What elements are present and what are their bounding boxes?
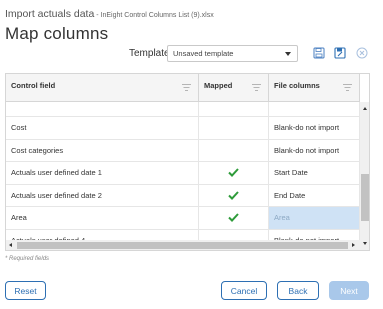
table-row[interactable] bbox=[6, 102, 360, 117]
file-column-cell[interactable] bbox=[269, 102, 360, 116]
template-label: Template bbox=[129, 48, 170, 59]
control-field-cell: Cost bbox=[6, 117, 199, 139]
filter-icon[interactable] bbox=[252, 84, 261, 91]
mapped-cell bbox=[199, 117, 269, 139]
file-column-cell-selected[interactable]: Area bbox=[269, 207, 360, 229]
filter-icon[interactable] bbox=[182, 84, 191, 91]
column-header-control-field[interactable]: Control field bbox=[6, 74, 199, 102]
reset-button[interactable]: Reset bbox=[5, 281, 46, 300]
file-name: InEight Control Columns List (9).xlsx bbox=[100, 12, 214, 19]
column-header-label: File columns bbox=[274, 81, 320, 90]
dialog-header: Import actuals data - InEight Control Co… bbox=[5, 4, 214, 22]
mapped-cell bbox=[199, 162, 269, 184]
vertical-scroll-thumb[interactable] bbox=[361, 174, 369, 221]
save-as-icon[interactable] bbox=[334, 47, 346, 59]
vertical-scrollbar[interactable] bbox=[360, 102, 369, 250]
column-header-label: Control field bbox=[11, 81, 56, 90]
column-header-file-columns[interactable]: File columns bbox=[269, 74, 360, 102]
close-icon[interactable] bbox=[356, 47, 368, 59]
scroll-left-icon[interactable] bbox=[9, 243, 12, 247]
template-row: Template Unsaved template bbox=[0, 45, 383, 63]
template-select[interactable]: Unsaved template bbox=[167, 45, 298, 62]
mapped-cell bbox=[199, 102, 269, 116]
grid-rows: Cost Blank-do not import Cost categories… bbox=[6, 102, 360, 250]
check-icon bbox=[228, 168, 239, 178]
check-icon bbox=[228, 191, 239, 200]
mapped-cell bbox=[199, 207, 269, 229]
template-selected-value: Unsaved template bbox=[173, 49, 234, 58]
column-header-mapped[interactable]: Mapped bbox=[199, 74, 269, 102]
horizontal-scrollbar[interactable] bbox=[6, 240, 360, 250]
scroll-right-icon[interactable] bbox=[352, 243, 355, 247]
filter-icon[interactable] bbox=[343, 84, 352, 91]
scroll-up-icon[interactable] bbox=[363, 107, 367, 110]
table-row[interactable]: Cost Blank-do not import bbox=[6, 117, 360, 140]
table-row[interactable]: Actuals user defined date 2 End Date bbox=[6, 184, 360, 207]
chevron-down-icon bbox=[285, 52, 291, 56]
control-field-cell: Actuals user defined date 1 bbox=[6, 162, 199, 184]
control-field-cell bbox=[6, 102, 199, 116]
scroll-down-icon[interactable] bbox=[363, 242, 367, 245]
mapped-cell bbox=[199, 184, 269, 206]
file-column-cell[interactable]: End Date bbox=[269, 184, 360, 206]
table-row[interactable]: Area Area bbox=[6, 207, 360, 230]
next-button[interactable]: Next bbox=[329, 281, 369, 300]
page-title: Map columns bbox=[5, 24, 109, 43]
file-column-cell[interactable]: Start Date bbox=[269, 162, 360, 184]
control-field-cell: Actuals user defined date 2 bbox=[6, 184, 199, 206]
table-row[interactable]: Actuals user defined date 1 Start Date bbox=[6, 162, 360, 185]
mapped-cell bbox=[199, 139, 269, 161]
save-icon[interactable] bbox=[313, 47, 325, 59]
check-icon bbox=[228, 213, 239, 223]
column-header-label: Mapped bbox=[204, 81, 233, 90]
file-column-cell[interactable]: Blank-do not import bbox=[269, 139, 360, 161]
horizontal-scroll-thumb[interactable] bbox=[17, 242, 348, 249]
dialog-title: Import actuals data bbox=[5, 8, 95, 20]
control-field-cell: Cost categories bbox=[6, 139, 199, 161]
required-fields-note: * Required fields bbox=[5, 256, 50, 262]
mapping-grid: Control field Mapped File columns Cost B… bbox=[5, 73, 370, 251]
cancel-button[interactable]: Cancel bbox=[221, 281, 267, 300]
back-button[interactable]: Back bbox=[277, 281, 319, 300]
control-field-cell: Area bbox=[6, 207, 199, 229]
file-column-cell[interactable]: Blank-do not import bbox=[269, 117, 360, 139]
table-row[interactable]: Cost categories Blank-do not import bbox=[6, 139, 360, 162]
